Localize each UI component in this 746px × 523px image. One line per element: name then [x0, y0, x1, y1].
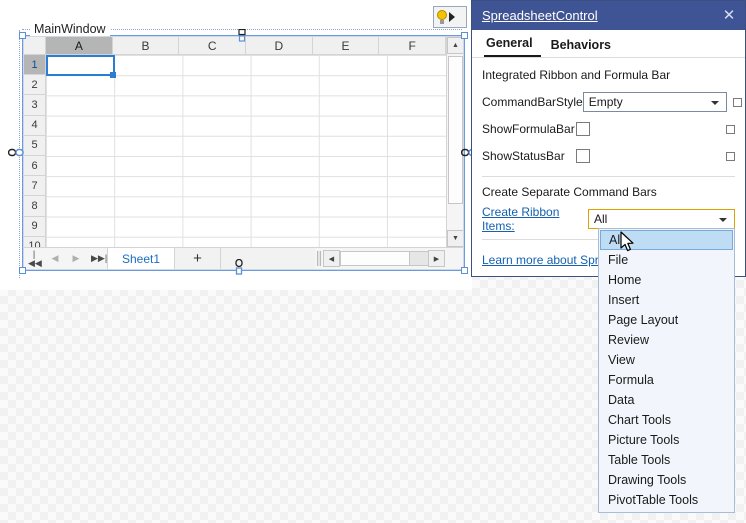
- tab-general[interactable]: General: [484, 36, 541, 57]
- close-icon[interactable]: ✕: [719, 8, 739, 23]
- vertical-scroll-thumb[interactable]: [448, 56, 463, 204]
- horizontal-scrollbar[interactable]: ◀ ▶: [323, 248, 463, 269]
- dropdown-item-file[interactable]: File: [599, 250, 734, 270]
- label-commandbarstyle: CommandBarStyle: [482, 95, 583, 109]
- dropdown-item-data[interactable]: Data: [599, 390, 734, 410]
- column-header-d[interactable]: D: [246, 37, 313, 55]
- ribbon-items-dropdown-list[interactable]: All File Home Insert Page Layout Review …: [598, 228, 735, 513]
- row-header-8[interactable]: 8: [24, 196, 46, 217]
- column-header-a[interactable]: A: [46, 37, 113, 55]
- section-label-separate: Create Separate Command Bars: [482, 185, 657, 199]
- dropdown-item-drawing-tools[interactable]: Drawing Tools: [599, 470, 734, 490]
- section-label-integrated: Integrated Ribbon and Formula Bar: [482, 68, 671, 82]
- resize-handle-bottom-right[interactable]: [461, 267, 468, 274]
- panel-title: SpreadsheetControl: [482, 8, 598, 23]
- resize-handle-bottom-left[interactable]: [19, 267, 26, 274]
- smart-tag-button[interactable]: [433, 6, 467, 28]
- row-header-9[interactable]: 9: [24, 216, 46, 237]
- anchor-glyph-icon: [238, 28, 246, 42]
- dropdown-item-review[interactable]: Review: [599, 330, 734, 350]
- binding-indicator-showformulabar[interactable]: [726, 124, 735, 134]
- resize-handle-top-right[interactable]: [461, 32, 468, 39]
- row-header-3[interactable]: 3: [24, 95, 46, 116]
- create-ribbon-items-link[interactable]: Create Ribbon Items:: [482, 205, 588, 233]
- binding-indicator-showstatusbar[interactable]: [726, 151, 735, 161]
- first-sheet-icon[interactable]: |◀◀: [28, 249, 42, 268]
- binding-indicator-commandbarstyle[interactable]: [732, 97, 742, 107]
- tab-behaviors[interactable]: Behaviors: [549, 38, 619, 57]
- label-showstatusbar: ShowStatusBar: [482, 149, 565, 163]
- commandbarstyle-combobox[interactable]: Empty: [582, 92, 727, 112]
- ribbon-items-combobox[interactable]: All: [588, 209, 735, 229]
- dropdown-item-all[interactable]: All: [600, 230, 733, 250]
- label-showformulabar: ShowFormulaBar: [482, 122, 575, 136]
- main-window-label: MainWindow: [30, 22, 110, 36]
- row-header-7[interactable]: 7: [24, 176, 46, 197]
- tab-splitter[interactable]: [317, 251, 321, 266]
- play-arrow-icon[interactable]: [449, 12, 455, 22]
- property-row-showformulabar: ShowFormulaBar: [482, 117, 735, 141]
- scroll-left-icon[interactable]: ◀: [323, 250, 340, 267]
- dropdown-item-home[interactable]: Home: [599, 270, 734, 290]
- horizontal-scroll-thumb[interactable]: [340, 251, 410, 266]
- prev-sheet-icon[interactable]: ◀: [49, 254, 61, 263]
- last-sheet-icon[interactable]: ▶▶|: [91, 254, 107, 263]
- adorner-top-anchor-icon[interactable]: [235, 28, 249, 42]
- dropdown-item-pivottable-tools[interactable]: PivotTable Tools: [599, 490, 734, 510]
- resize-handle-top-left[interactable]: [19, 32, 26, 39]
- showformulabar-checkbox[interactable]: [576, 122, 590, 136]
- showstatusbar-checkbox[interactable]: [576, 149, 590, 163]
- scroll-up-icon[interactable]: ▲: [447, 37, 463, 54]
- commandbarstyle-value: Empty: [588, 95, 623, 109]
- column-header-e[interactable]: E: [312, 37, 380, 55]
- dropdown-item-picture-tools[interactable]: Picture Tools: [599, 430, 734, 450]
- dropdown-item-table-tools[interactable]: Table Tools: [599, 450, 734, 470]
- adorner-left-anchor-icon[interactable]: [8, 145, 26, 159]
- chain-link-glyph-icon: [8, 148, 24, 156]
- vertical-scrollbar[interactable]: ▲ ▼: [446, 37, 463, 247]
- fill-handle[interactable]: [110, 72, 116, 78]
- row-header-2[interactable]: 2: [24, 75, 46, 96]
- chevron-down-icon[interactable]: [710, 101, 719, 105]
- chevron-down-icon-ribbon[interactable]: [719, 218, 727, 222]
- select-all-corner[interactable]: [24, 37, 46, 55]
- property-row-showstatusbar: ShowStatusBar: [482, 144, 735, 168]
- property-row-commandbarstyle: CommandBarStyle Empty: [482, 90, 742, 114]
- designer-surface[interactable]: MainWindow A B C D E F 1 2 3 4 5 6 7 8 9…: [0, 0, 477, 290]
- row-headers: 1 2 3 4 5 6 7 8 9 10: [24, 55, 46, 257]
- adorner-bottom-anchor-icon[interactable]: [232, 258, 246, 276]
- sheet-nav-buttons: |◀◀ ◀ ▶ ▶▶|: [24, 248, 107, 269]
- row-header-4[interactable]: 4: [24, 115, 46, 136]
- column-header-f[interactable]: F: [379, 37, 447, 55]
- ribbon-items-value: All: [594, 212, 608, 226]
- scroll-right-icon[interactable]: ▶: [428, 250, 445, 267]
- anchor-bottom-glyph-icon: [235, 258, 243, 275]
- active-cell-a1[interactable]: [46, 55, 115, 76]
- panel-divider-1: [482, 176, 735, 177]
- learn-more-link[interactable]: Learn more about Spr: [482, 253, 599, 267]
- dropdown-item-view[interactable]: View: [599, 350, 734, 370]
- grid-body[interactable]: [46, 55, 446, 247]
- panel-title-bar: SpreadsheetControl ✕: [472, 1, 745, 30]
- dropdown-item-formula[interactable]: Formula: [599, 370, 734, 390]
- lightbulb-icon: [436, 10, 448, 24]
- row-header-1[interactable]: 1: [24, 55, 46, 76]
- dropdown-item-page-layout[interactable]: Page Layout: [599, 310, 734, 330]
- scroll-down-icon[interactable]: ▼: [447, 230, 463, 247]
- next-sheet-icon[interactable]: ▶: [70, 254, 82, 263]
- dropdown-item-insert[interactable]: Insert: [599, 290, 734, 310]
- dropdown-item-chart-tools[interactable]: Chart Tools: [599, 410, 734, 430]
- row-header-5[interactable]: 5: [24, 135, 46, 156]
- column-header-b[interactable]: B: [112, 37, 180, 55]
- sheet-tab-sheet1[interactable]: Sheet1: [107, 248, 176, 269]
- add-sheet-button[interactable]: +: [175, 248, 222, 269]
- horizontal-scroll-track[interactable]: [410, 251, 428, 266]
- panel-tab-strip: General Behaviors: [472, 30, 745, 58]
- row-header-6[interactable]: 6: [24, 155, 46, 177]
- spreadsheet-control[interactable]: A B C D E F 1 2 3 4 5 6 7 8 9 10 ▲ ▼: [23, 36, 464, 270]
